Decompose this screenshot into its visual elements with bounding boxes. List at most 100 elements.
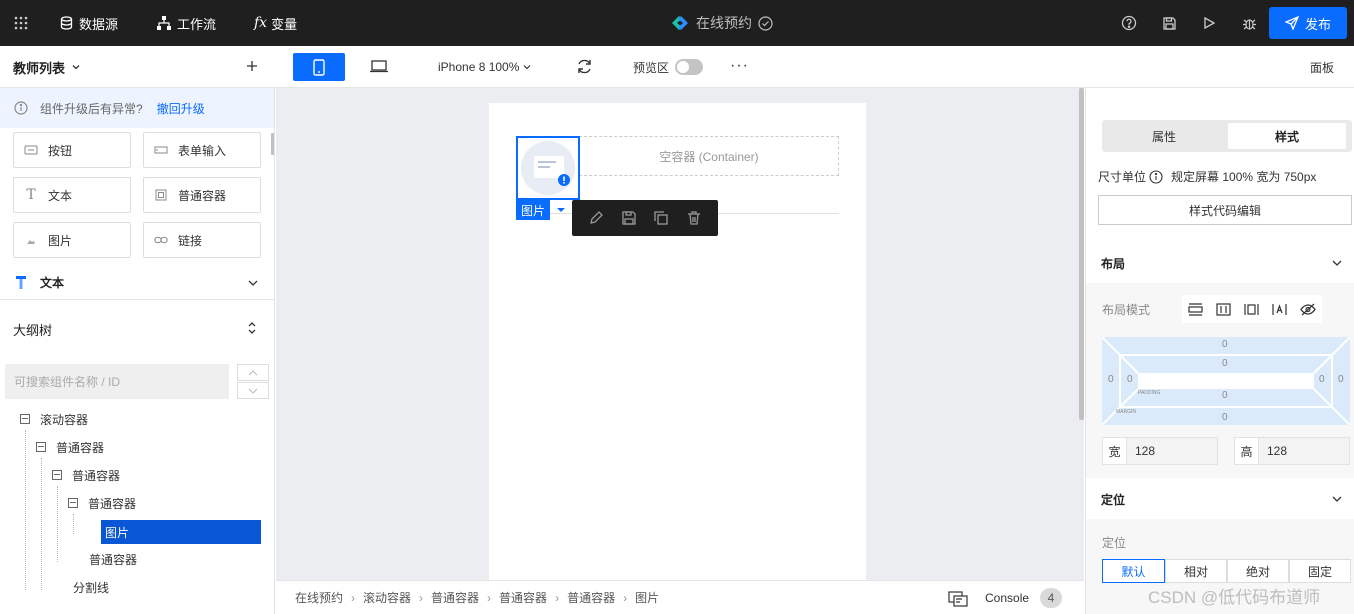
component-image[interactable]: 图片 — [13, 222, 131, 258]
selected-image[interactable] — [516, 136, 580, 200]
panel-title-dropdown[interactable]: 教师列表 — [13, 46, 81, 88]
breadcrumb-item[interactable]: 图片 — [635, 589, 659, 606]
padding-bottom-value[interactable]: 0 — [1222, 390, 1228, 401]
layout-mode-group — [1182, 295, 1322, 323]
tree-guide-line — [25, 430, 26, 590]
padding-top-value[interactable]: 0 — [1222, 358, 1228, 369]
layout-inline-block-icon[interactable] — [1216, 302, 1231, 316]
component-label: 链接 — [178, 233, 203, 248]
scroll-up-button[interactable] — [237, 364, 269, 381]
height-field[interactable]: 高 128 — [1234, 437, 1350, 465]
tree-node-selected[interactable]: 图片 — [101, 520, 261, 544]
style-code-edit-button[interactable]: 样式代码编辑 — [1098, 195, 1352, 225]
position-relative-button[interactable]: 相对 — [1165, 559, 1227, 583]
layout-flex-icon[interactable] — [1244, 303, 1259, 316]
left-outer-value[interactable]: 0 — [1108, 374, 1114, 385]
breadcrumb-item[interactable]: 在线预约 — [295, 589, 343, 606]
width-field[interactable]: 宽 128 — [1102, 437, 1218, 465]
position-absolute-button[interactable]: 绝对 — [1227, 559, 1289, 583]
chevron-down-icon — [1332, 260, 1342, 266]
phone-icon — [313, 58, 325, 76]
collapse-box-icon[interactable] — [20, 414, 30, 424]
outline-search-input[interactable]: 可搜索组件名称 / ID — [5, 364, 229, 399]
component-container[interactable]: 普通容器 — [143, 177, 261, 213]
component-link[interactable]: 链接 — [143, 222, 261, 258]
revert-upgrade-link[interactable]: 撤回升级 — [157, 100, 205, 117]
help-icon[interactable] — [1120, 14, 1138, 32]
datasource-button[interactable]: 数据源 — [60, 0, 118, 46]
breadcrumb-item[interactable]: 普通容器 — [567, 589, 615, 606]
tree-guide-line — [57, 486, 58, 562]
layout-inline-icon[interactable] — [1272, 303, 1287, 316]
component-form-input[interactable]: 表单输入 — [143, 132, 261, 168]
phone-preview[interactable]: 空容器 (Container) 图片 — [489, 103, 866, 583]
tab-properties[interactable]: 属性 — [1105, 123, 1223, 149]
text-section-header[interactable]: 文本 — [0, 266, 274, 300]
breadcrumb-item[interactable]: 普通容器 — [431, 589, 479, 606]
device-select[interactable]: iPhone 8 100% — [438, 46, 532, 88]
tree-node[interactable]: 普通容器 — [89, 548, 137, 570]
tab-style[interactable]: 样式 — [1228, 123, 1346, 149]
tree-node[interactable]: 分割线 — [73, 576, 109, 598]
image-icon — [24, 233, 38, 247]
upgrade-notice: 组件升级后有异常? 撤回升级 — [0, 88, 274, 128]
more-icon[interactable]: ··· — [730, 57, 749, 75]
panel-button[interactable]: 面板 — [1310, 46, 1334, 88]
collapse-box-icon[interactable] — [68, 498, 78, 508]
info-icon[interactable] — [1149, 169, 1163, 184]
save-icon[interactable] — [1160, 14, 1178, 32]
tree-node-label: 普通容器 — [72, 468, 121, 483]
position-default-button[interactable]: 默认 — [1102, 559, 1165, 583]
component-text[interactable]: T 文本 — [13, 177, 131, 213]
component-button[interactable]: 按钮 — [13, 132, 131, 168]
chevron-up-icon — [248, 370, 258, 376]
copy-icon[interactable] — [653, 210, 669, 226]
publish-button[interactable]: 发布 — [1269, 7, 1347, 39]
save-icon[interactable] — [621, 210, 637, 226]
desktop-view-button[interactable] — [370, 59, 388, 76]
layout-title: 布局 — [1101, 256, 1126, 271]
breadcrumb-separator-icon: › — [623, 590, 628, 605]
console-window-icon[interactable] — [948, 591, 968, 607]
breadcrumb-item[interactable]: 滚动容器 — [363, 589, 411, 606]
collapse-box-icon[interactable] — [36, 442, 46, 452]
position-fixed-button[interactable]: 固定 — [1289, 559, 1351, 583]
right-outer-value[interactable]: 0 — [1338, 374, 1344, 385]
delete-icon[interactable] — [686, 210, 702, 226]
canvas-scrollbar[interactable] — [1079, 88, 1084, 420]
margin-bottom-value[interactable]: 0 — [1222, 412, 1228, 423]
console-label[interactable]: Console — [985, 591, 1029, 605]
tree-node[interactable]: 普通容器 — [68, 492, 136, 514]
workflow-button[interactable]: 工作流 — [157, 0, 216, 46]
layout-section-header[interactable]: 布局 — [1086, 243, 1354, 283]
empty-container[interactable]: 空容器 (Container) — [579, 136, 839, 176]
right-inner-value[interactable]: 0 — [1319, 374, 1325, 385]
tree-node[interactable]: 普通容器 — [36, 436, 104, 458]
add-icon[interactable] — [245, 59, 259, 73]
eye-hidden-icon[interactable] — [1299, 303, 1316, 316]
component-action-toolbar — [572, 200, 718, 236]
variable-button[interactable]: fx 变量 — [254, 0, 297, 46]
preview-toggle[interactable] — [675, 59, 704, 75]
tree-node-label: 普通容器 — [56, 440, 105, 455]
refresh-icon[interactable] — [576, 58, 593, 78]
component-label: 按钮 — [48, 143, 73, 158]
scroll-down-button[interactable] — [237, 382, 269, 399]
position-section-header[interactable]: 定位 — [1086, 479, 1354, 519]
selected-tag[interactable]: 图片 — [516, 200, 550, 220]
collapse-box-icon[interactable] — [52, 470, 62, 480]
left-inner-value[interactable]: 0 — [1127, 374, 1133, 385]
layout-block-icon[interactable] — [1188, 302, 1203, 316]
tag-dropdown-icon[interactable] — [551, 200, 571, 220]
breadcrumb-item[interactable]: 普通容器 — [499, 589, 547, 606]
bug-icon[interactable] — [1240, 14, 1258, 32]
edit-icon[interactable] — [588, 210, 604, 226]
tree-node[interactable]: 滚动容器 — [20, 408, 88, 430]
collapse-toggle-icon[interactable] — [246, 321, 258, 335]
scrollbar-thumb[interactable] — [271, 133, 274, 155]
apps-grid-icon[interactable] — [13, 0, 35, 46]
tree-node[interactable]: 普通容器 — [52, 464, 120, 486]
mobile-view-button[interactable] — [293, 53, 345, 81]
play-icon[interactable] — [1200, 14, 1218, 32]
margin-top-value[interactable]: 0 — [1222, 339, 1228, 350]
